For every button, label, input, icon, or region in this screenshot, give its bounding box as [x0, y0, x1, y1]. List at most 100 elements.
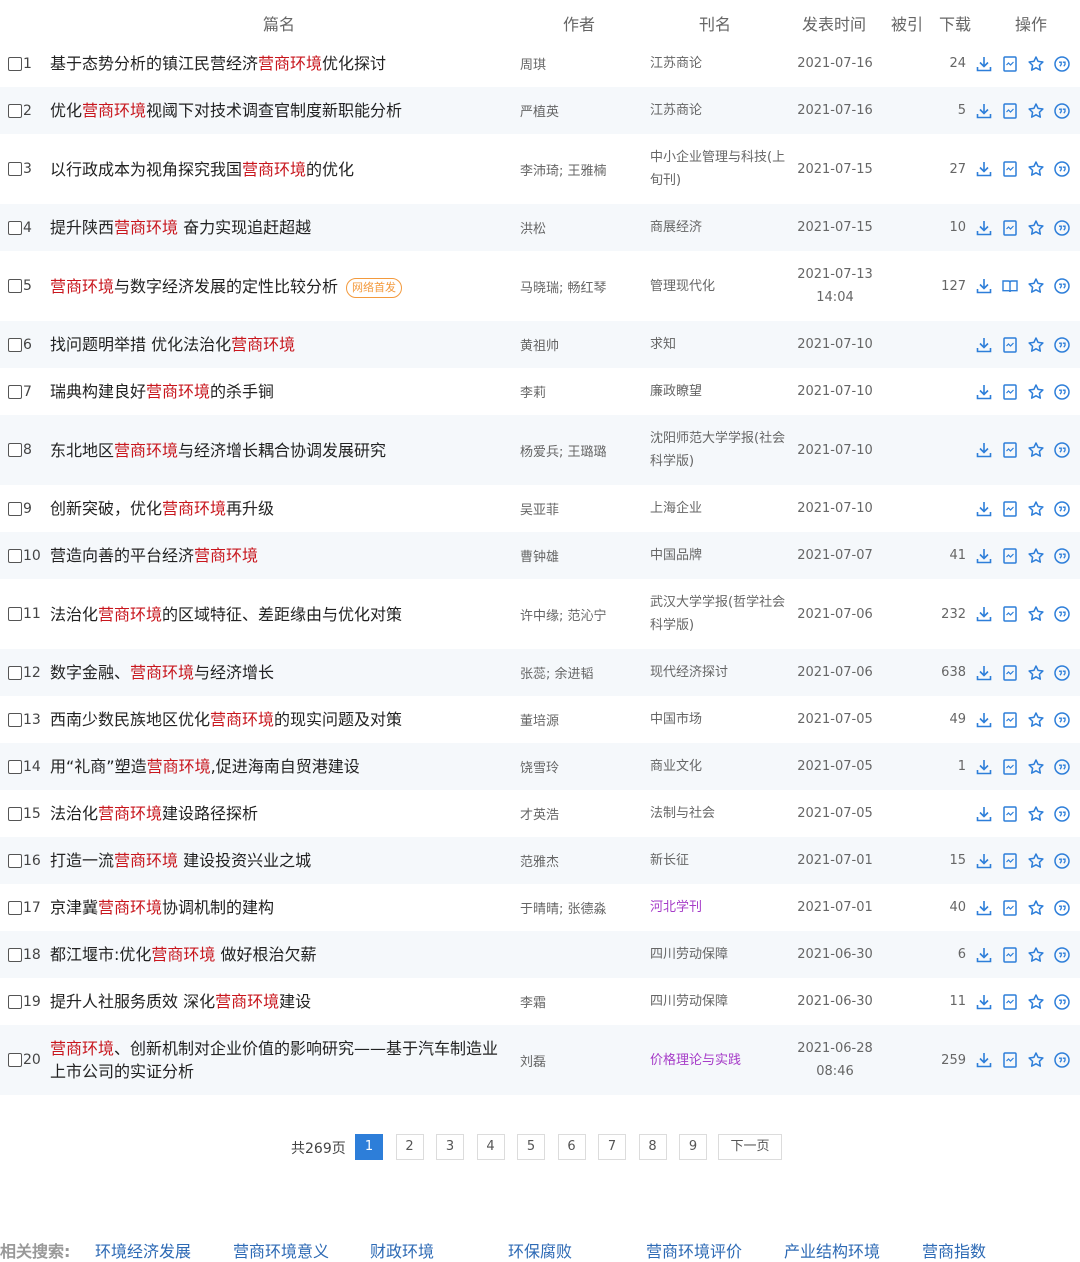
author-link[interactable]: 严植英 [520, 87, 645, 134]
read-online-icon[interactable] [1001, 500, 1019, 518]
source-link[interactable]: 武汉大学学报(哲学社会科学版) [650, 579, 790, 649]
quote-icon[interactable] [1053, 805, 1071, 823]
favorite-star-icon[interactable] [1027, 711, 1045, 729]
quote-icon[interactable] [1053, 102, 1071, 120]
author-link[interactable]: 李沛琦; 王雅楠 [520, 134, 645, 204]
download-icon[interactable] [975, 805, 993, 823]
source-link[interactable]: 上海企业 [650, 485, 790, 532]
author-link[interactable]: 周琪 [520, 40, 645, 87]
favorite-star-icon[interactable] [1027, 55, 1045, 73]
quote-icon[interactable] [1053, 664, 1071, 682]
read-online-icon[interactable] [1001, 547, 1019, 565]
read-online-icon[interactable] [1001, 336, 1019, 354]
row-checkbox[interactable] [8, 279, 22, 293]
download-icon[interactable] [975, 500, 993, 518]
page-button-7[interactable]: 7 [598, 1134, 626, 1160]
author-link[interactable]: 刘磊 [520, 1025, 645, 1095]
author-link[interactable]: 饶雪玲 [520, 743, 645, 790]
download-icon[interactable] [975, 55, 993, 73]
quote-icon[interactable] [1053, 219, 1071, 237]
source-link[interactable]: 商业文化 [650, 743, 790, 790]
download-icon[interactable] [975, 852, 993, 870]
related-search-link[interactable]: 环境经济发展 [95, 1238, 191, 1262]
page-button-1[interactable]: 1 [355, 1134, 383, 1160]
quote-icon[interactable] [1053, 899, 1071, 917]
row-checkbox[interactable] [8, 56, 22, 71]
favorite-star-icon[interactable] [1027, 852, 1045, 870]
source-link[interactable]: 法制与社会 [650, 790, 790, 837]
row-checkbox[interactable] [8, 806, 22, 821]
page-button-3[interactable]: 3 [436, 1134, 464, 1160]
related-search-link[interactable]: 产业结构环境 [784, 1238, 880, 1262]
read-online-icon[interactable] [1001, 383, 1019, 401]
quote-icon[interactable] [1053, 160, 1071, 178]
author-link[interactable]: 李霜 [520, 978, 645, 1025]
source-link[interactable]: 求知 [650, 321, 790, 368]
read-online-icon[interactable] [1001, 219, 1019, 237]
article-title-link[interactable]: 基于态势分析的镇江民营经济营商环境优化探讨 [50, 40, 510, 87]
row-checkbox[interactable] [8, 712, 22, 727]
download-icon[interactable] [975, 219, 993, 237]
author-link[interactable]: 许中缘; 范沁宁 [520, 579, 645, 649]
page-button-4[interactable]: 4 [476, 1134, 505, 1160]
quote-icon[interactable] [1053, 383, 1071, 401]
quote-icon[interactable] [1053, 758, 1071, 776]
article-title-link[interactable]: 优化营商环境视阈下对技术调查官制度新职能分析 [50, 87, 510, 134]
quote-icon[interactable] [1053, 993, 1071, 1011]
source-link[interactable]: 廉政瞭望 [650, 368, 790, 415]
favorite-star-icon[interactable] [1027, 758, 1045, 776]
download-icon[interactable] [975, 605, 993, 623]
favorite-star-icon[interactable] [1027, 383, 1045, 401]
source-link[interactable]: 四川劳动保障 [650, 931, 790, 978]
read-online-icon[interactable] [1001, 605, 1019, 623]
page-button-9[interactable]: 9 [679, 1134, 707, 1160]
article-title-link[interactable]: 以行政成本为视角探究我国营商环境的优化 [50, 134, 510, 204]
article-title-link[interactable]: 用“礼商”塑造营商环境,促进海南自贸港建设 [50, 743, 510, 790]
favorite-star-icon[interactable] [1027, 160, 1045, 178]
quote-icon[interactable] [1053, 336, 1071, 354]
article-title-link[interactable]: 提升人社服务质效 深化营商环境建设 [50, 978, 510, 1025]
page-button-8[interactable]: 8 [638, 1134, 667, 1160]
author-link[interactable]: 范雅杰 [520, 837, 645, 884]
favorite-star-icon[interactable] [1027, 277, 1045, 295]
read-online-icon[interactable] [1001, 993, 1019, 1011]
read-online-icon[interactable] [1001, 946, 1019, 964]
article-title-link[interactable]: 营商环境、创新机制对企业价值的影响研究——基于汽车制造业上市公司的实证分析 [50, 1025, 510, 1095]
author-link[interactable]: 于晴晴; 张德淼 [520, 884, 645, 931]
article-title-link[interactable]: 营商环境与数字经济发展的定性比较分析 网络首发 [50, 251, 510, 321]
read-online-icon[interactable] [1001, 899, 1019, 917]
row-checkbox[interactable] [8, 947, 22, 962]
favorite-star-icon[interactable] [1027, 441, 1045, 459]
source-link[interactable]: 新长征 [650, 837, 790, 884]
author-link[interactable]: 董培源 [520, 696, 645, 743]
download-icon[interactable] [975, 758, 993, 776]
article-title-link[interactable]: 法治化营商环境的区域特征、差距缘由与优化对策 [50, 579, 510, 649]
article-title-link[interactable]: 法治化营商环境建设路径探析 [50, 790, 510, 837]
download-icon[interactable] [975, 336, 993, 354]
row-checkbox[interactable] [8, 443, 22, 457]
favorite-star-icon[interactable] [1027, 946, 1045, 964]
favorite-star-icon[interactable] [1027, 1051, 1045, 1069]
author-link[interactable]: 黄祖帅 [520, 321, 645, 368]
author-link[interactable]: 曹钟雄 [520, 532, 645, 579]
download-icon[interactable] [975, 899, 993, 917]
source-link[interactable]: 中国市场 [650, 696, 790, 743]
author-link[interactable]: 李莉 [520, 368, 645, 415]
quote-icon[interactable] [1053, 55, 1071, 73]
favorite-star-icon[interactable] [1027, 664, 1045, 682]
download-icon[interactable] [975, 547, 993, 565]
article-title-link[interactable]: 都江堰市:优化营商环境 做好根治欠薪 [50, 931, 510, 978]
source-link[interactable]: 现代经济探讨 [650, 649, 790, 696]
related-search-link[interactable]: 营商环境意义 [233, 1238, 329, 1262]
row-checkbox[interactable] [8, 220, 22, 235]
favorite-star-icon[interactable] [1027, 336, 1045, 354]
download-icon[interactable] [975, 946, 993, 964]
author-link[interactable]: 洪松 [520, 204, 645, 251]
source-link[interactable]: 沈阳师范大学学报(社会科学版) [650, 415, 790, 485]
quote-icon[interactable] [1053, 547, 1071, 565]
quote-icon[interactable] [1053, 605, 1071, 623]
row-checkbox[interactable] [8, 501, 22, 516]
row-checkbox[interactable] [8, 759, 22, 774]
download-icon[interactable] [975, 993, 993, 1011]
favorite-star-icon[interactable] [1027, 899, 1045, 917]
